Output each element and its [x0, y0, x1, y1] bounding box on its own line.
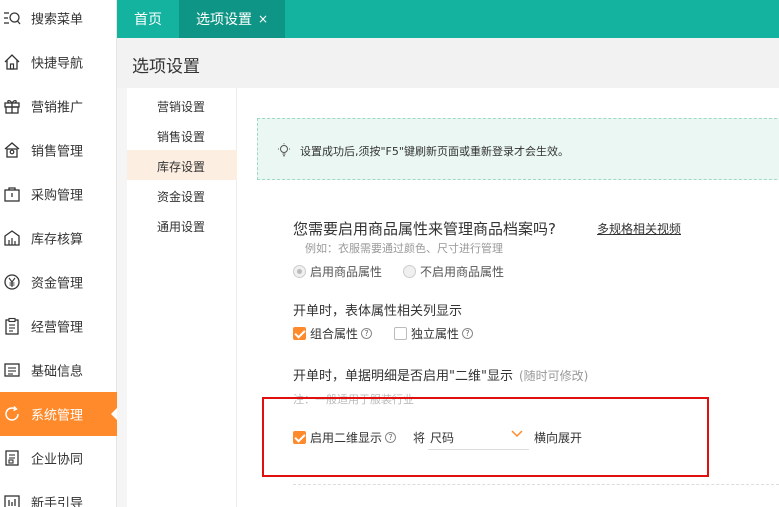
checkbox-box[interactable] [293, 431, 306, 444]
two-dim-subtitle: (随时可修改) [518, 369, 589, 383]
sidebar-item-search[interactable]: 搜索菜单 [0, 0, 117, 40]
submenu-item-label: 资金设置 [157, 190, 206, 204]
sidebar-item-marketing[interactable]: 营销推广 [0, 84, 117, 128]
radio-enable-attributes[interactable]: 启用商品属性 [293, 263, 382, 280]
attribute-hint: 例如：衣服需要通过颜色、尺寸进行管理 [305, 242, 503, 255]
settings-submenu: 营销设置 销售设置 库存设置 资金设置 通用设置 [127, 88, 237, 507]
two-dim-title-text: 开单时，单据明细是否启用"二维"显示 [293, 369, 513, 384]
help-icon[interactable]: ? [385, 432, 397, 443]
shop-icon [4, 142, 20, 158]
info-card-icon [4, 363, 20, 377]
chevron-down-icon [511, 430, 523, 438]
sidebar-item-label: 经营管理 [31, 320, 84, 336]
clipboard-icon [5, 317, 19, 335]
help-icon[interactable]: ? [462, 328, 474, 339]
checkbox-two-dim[interactable]: 启用二维显示 ? [293, 429, 397, 446]
sidebar-item-label: 搜索菜单 [31, 12, 84, 28]
submenu-item-finance[interactable]: 资金设置 [127, 180, 237, 210]
submenu-item-inventory[interactable]: 库存设置 [127, 150, 237, 180]
checkbox-box[interactable] [293, 327, 306, 340]
checkbox-label: 组合属性 [310, 327, 359, 341]
sidebar-item-system[interactable]: 系统管理 [0, 392, 118, 436]
sidebar-item-label: 快捷导航 [31, 56, 84, 72]
checkbox-combined[interactable]: 组合属性 ? [293, 325, 373, 342]
submenu-item-sales[interactable]: 销售设置 [127, 120, 237, 150]
sidebar-item-purchase[interactable]: 采购管理 [0, 172, 117, 216]
search-menu-icon [4, 12, 21, 25]
refresh-icon [5, 406, 19, 421]
checkbox-label: 独立属性 [411, 327, 460, 341]
checkbox-independent[interactable]: 独立属性 ? [394, 325, 474, 342]
tab-options-label: 选项设置 [195, 12, 252, 28]
dimension-select[interactable]: 尺码 [428, 424, 529, 450]
sidebar-item-collab[interactable]: 企业协同 [0, 436, 117, 480]
select-value: 尺码 [430, 431, 455, 445]
sidebar-item-label: 营销推广 [31, 100, 84, 116]
yen-icon [4, 274, 20, 290]
page-title: 选项设置 [132, 57, 200, 77]
lightbulb-icon [278, 143, 290, 157]
radio-dot[interactable] [403, 265, 416, 278]
sidebar-item-business[interactable]: 经营管理 [0, 304, 117, 348]
expand-label: 横向展开 [534, 431, 583, 445]
will-label: 将 [413, 431, 426, 445]
submenu-item-label: 销售设置 [157, 130, 206, 144]
sidebar-item-label: 企业协同 [31, 452, 84, 468]
bag-icon [4, 187, 20, 202]
close-icon[interactable]: × [258, 12, 268, 26]
radio-disable-attributes[interactable]: 不启用商品属性 [403, 263, 504, 280]
sidebar-item-basic-info[interactable]: 基础信息 [0, 348, 117, 392]
gift-icon [4, 100, 20, 114]
sidebar-item-label: 库存核算 [31, 232, 84, 248]
sidebar-item-finance[interactable]: 资金管理 [0, 260, 117, 304]
order-columns-title: 开单时，表体属性相关列显示 [293, 304, 463, 319]
two-dim-title: 开单时，单据明细是否启用"二维"显示 (随时可修改) [293, 365, 588, 384]
sidebar-item-sales[interactable]: 销售管理 [0, 128, 117, 172]
document-icon [5, 450, 19, 466]
radio-dot[interactable] [293, 265, 306, 278]
sidebar-item-label: 基础信息 [31, 364, 84, 380]
submenu-item-label: 通用设置 [157, 220, 206, 234]
guide-icon [4, 495, 20, 507]
sidebar-item-label: 系统管理 [31, 408, 84, 424]
radio-label: 启用商品属性 [310, 265, 383, 279]
submenu-item-label: 营销设置 [157, 100, 206, 114]
notice-banner: 设置成功后,须按"F5"键刷新页面或重新登录才会生效。 [257, 118, 779, 180]
sidebar-item-quicknav[interactable]: 快捷导航 [0, 40, 117, 84]
sidebar: 搜索菜单 快捷导航 营销推广 销售管理 采购管理 库存核算 资金管理 经营管理 … [0, 0, 118, 507]
tab-home[interactable]: 首页 [117, 0, 179, 38]
sidebar-item-guide[interactable]: 新手引导 [0, 480, 117, 507]
submenu-item-general[interactable]: 通用设置 [127, 210, 237, 240]
tab-options[interactable]: 选项设置 × [179, 0, 285, 38]
top-tab-bar: 首页 选项设置 × [117, 0, 779, 38]
help-icon[interactable]: ? [361, 328, 373, 339]
checkbox-box[interactable] [394, 327, 407, 340]
sidebar-item-label: 采购管理 [31, 188, 84, 204]
attribute-question: 您需要启用商品属性来管理商品档案吗? [293, 220, 556, 238]
tab-home-label: 首页 [134, 12, 162, 28]
notice-text: 设置成功后,须按"F5"键刷新页面或重新登录才会生效。 [300, 145, 569, 158]
warehouse-icon [4, 230, 20, 246]
gutter [117, 88, 127, 507]
spec-video-link[interactable]: 多规格相关视频 [597, 220, 681, 237]
sidebar-item-inventory[interactable]: 库存核算 [0, 216, 117, 260]
sidebar-item-label: 新手引导 [31, 496, 84, 507]
sidebar-item-label: 资金管理 [31, 276, 84, 292]
checkbox-label: 启用二维显示 [310, 431, 383, 445]
submenu-item-label: 库存设置 [157, 160, 206, 174]
submenu-item-marketing[interactable]: 营销设置 [127, 90, 237, 120]
page-header: 选项设置 [117, 38, 779, 88]
radio-label: 不启用商品属性 [420, 265, 505, 279]
divider [293, 484, 779, 485]
home-icon [4, 54, 20, 70]
sidebar-item-label: 销售管理 [31, 144, 84, 160]
